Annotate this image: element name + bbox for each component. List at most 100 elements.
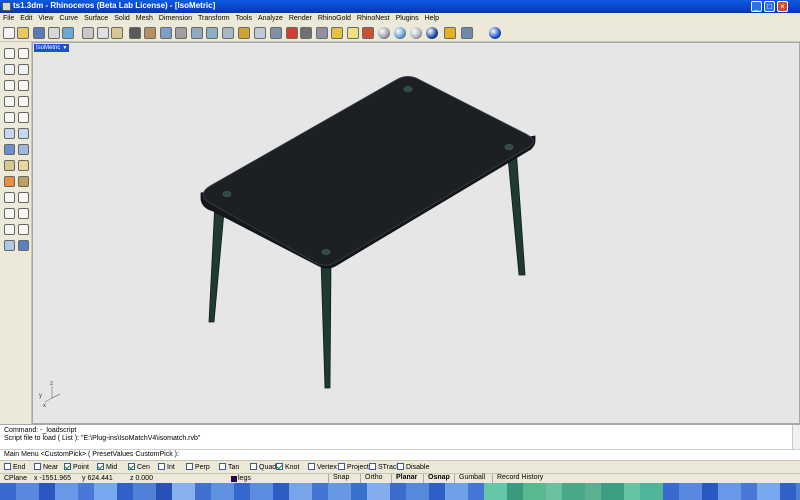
array-icon[interactable] — [4, 208, 15, 219]
osnap-knot[interactable]: Knot — [276, 463, 299, 471]
chevron-down-icon[interactable]: ▼ — [62, 44, 67, 52]
menu-curve[interactable]: Curve — [56, 13, 81, 23]
circle-icon[interactable] — [4, 80, 15, 91]
current-layer[interactable]: legs — [238, 475, 251, 482]
move-icon[interactable] — [4, 192, 15, 203]
zoom-extents-icon[interactable] — [206, 27, 218, 39]
osnap-strack[interactable]: STrack — [369, 463, 400, 471]
arc-icon[interactable] — [18, 80, 29, 91]
render-icon[interactable] — [18, 240, 29, 251]
menu-transform[interactable]: Transform — [195, 13, 233, 23]
osnap-mid-checkbox[interactable] — [97, 463, 104, 470]
osnap-disable[interactable]: Disable — [397, 463, 429, 471]
menu-view[interactable]: View — [35, 13, 56, 23]
ortho-pane[interactable]: Ortho — [360, 474, 383, 483]
light-bulb-icon[interactable] — [347, 27, 359, 39]
transform-icon[interactable] — [4, 176, 15, 187]
menu-surface[interactable]: Surface — [81, 13, 111, 23]
osnap-tan-checkbox[interactable] — [219, 463, 226, 470]
render-sphere-icon[interactable] — [378, 27, 390, 39]
save-icon[interactable] — [33, 27, 45, 39]
select-arrow-icon[interactable] — [18, 48, 29, 59]
osnap-quad-checkbox[interactable] — [250, 463, 257, 470]
surface-icon[interactable] — [4, 128, 15, 139]
osnap-perp[interactable]: Perp — [186, 463, 210, 471]
osnap-quad[interactable]: Quad — [250, 463, 276, 471]
menu-analyze[interactable]: Analyze — [255, 13, 286, 23]
command-prompt[interactable]: Main Menu <CustomPick> ( PresetValues Cu… — [0, 449, 800, 460]
snap-pane[interactable]: Snap — [328, 474, 349, 483]
osnap-end-checkbox[interactable] — [4, 463, 11, 470]
extrude-icon[interactable] — [4, 160, 15, 171]
osnap-mid[interactable]: Mid — [97, 463, 117, 471]
polyline-icon[interactable] — [4, 64, 15, 75]
menu-render[interactable]: Render — [286, 13, 315, 23]
osnap-perp-checkbox[interactable] — [186, 463, 193, 470]
osnap-disable-checkbox[interactable] — [397, 463, 404, 470]
blue-sphere-icon[interactable] — [426, 27, 438, 39]
menu-rhinonest[interactable]: RhinoNest — [354, 13, 393, 23]
menu-mesh[interactable]: Mesh — [133, 13, 156, 23]
rhino-app-icon[interactable] — [2, 2, 11, 11]
open-icon[interactable] — [17, 27, 29, 39]
polygon-icon[interactable] — [18, 96, 29, 107]
car-render-icon[interactable] — [286, 27, 298, 39]
close-button[interactable]: × — [777, 1, 788, 12]
dimension-icon[interactable] — [4, 224, 15, 235]
wireframe-icon[interactable] — [270, 27, 282, 39]
cut-icon[interactable] — [82, 27, 94, 39]
pan-hand-icon[interactable] — [144, 27, 156, 39]
text-icon[interactable] — [18, 224, 29, 235]
gumball-pane[interactable]: Gumball — [454, 474, 485, 483]
material-icon[interactable] — [362, 27, 374, 39]
fillet-icon[interactable] — [4, 112, 15, 123]
osnap-end[interactable]: End — [4, 463, 25, 471]
rotate-view-icon[interactable] — [160, 27, 172, 39]
osnap-knot-checkbox[interactable] — [276, 463, 283, 470]
planar-pane[interactable]: Planar — [391, 474, 417, 483]
minimize-button[interactable]: _ — [751, 1, 762, 12]
undo-icon[interactable] — [129, 27, 141, 39]
osnap-near[interactable]: Near — [34, 463, 58, 471]
osnap-project-checkbox[interactable] — [338, 463, 345, 470]
boolean-icon[interactable] — [18, 176, 29, 187]
zoom-selected-icon[interactable] — [222, 27, 234, 39]
offset-icon[interactable] — [18, 112, 29, 123]
mesh-icon[interactable] — [4, 240, 15, 251]
hide-icon[interactable] — [316, 27, 328, 39]
osnap-vertex[interactable]: Vertex — [308, 463, 337, 471]
arrows-icon[interactable] — [461, 27, 473, 39]
new-file-icon[interactable] — [3, 27, 15, 39]
cap-icon[interactable] — [18, 160, 29, 171]
zoom-window-icon[interactable] — [175, 27, 187, 39]
menu-rhinogold[interactable]: RhinoGold — [315, 13, 354, 23]
menu-plugins[interactable]: Plugins — [393, 13, 422, 23]
osnap-int[interactable]: Int — [158, 463, 175, 471]
osnap-project[interactable]: Project — [338, 463, 369, 471]
paste-icon[interactable] — [111, 27, 123, 39]
maximize-button[interactable]: □ — [764, 1, 775, 12]
menu-edit[interactable]: Edit — [17, 13, 35, 23]
solid-cylinder-icon[interactable] — [18, 144, 29, 155]
osnap-int-checkbox[interactable] — [158, 463, 165, 470]
osnap-tan[interactable]: Tan — [219, 463, 239, 471]
osnap-strack-checkbox[interactable] — [369, 463, 376, 470]
print-icon[interactable] — [48, 27, 60, 39]
menu-dimension[interactable]: Dimension — [156, 13, 195, 23]
curve-icon[interactable] — [18, 64, 29, 75]
help-icon[interactable] — [489, 27, 501, 39]
copy-icon[interactable] — [97, 27, 109, 39]
osnap-cen[interactable]: Cen — [128, 463, 150, 471]
menu-help[interactable]: Help — [422, 13, 442, 23]
record-history-pane[interactable]: Record History — [492, 474, 543, 483]
isometric-viewport[interactable]: z y x IsoMetric ▼ — [32, 42, 800, 424]
osnap-vertex-checkbox[interactable] — [308, 463, 315, 470]
osnap-cen-checkbox[interactable] — [128, 463, 135, 470]
menu-file[interactable]: File — [0, 13, 17, 23]
mirror-icon[interactable] — [18, 192, 29, 203]
sun-icon[interactable] — [331, 27, 343, 39]
align-icon[interactable] — [18, 208, 29, 219]
solid-box-icon[interactable] — [4, 144, 15, 155]
eye-icon[interactable] — [300, 27, 312, 39]
sphere-icon[interactable] — [410, 27, 422, 39]
